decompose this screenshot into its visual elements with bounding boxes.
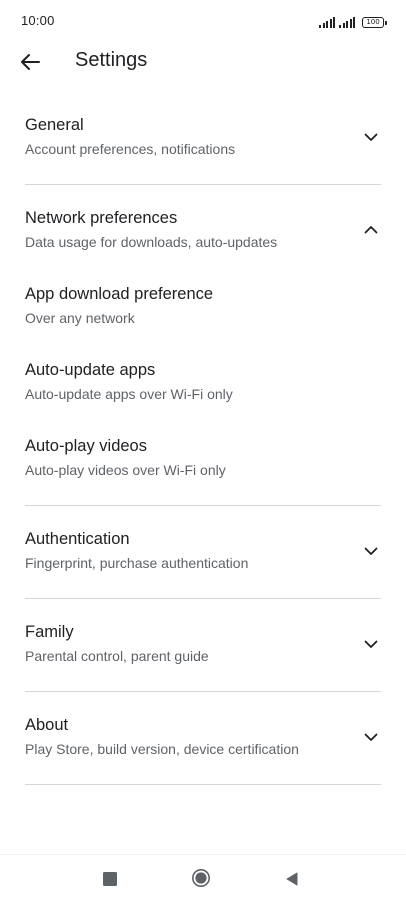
section-general: General Account preferences, notificatio… — [0, 100, 406, 185]
chevron-down-icon — [364, 733, 378, 741]
back-button[interactable] — [14, 46, 46, 78]
section-network-preferences: Network preferences Data usage for downl… — [0, 193, 406, 506]
setting-value: Over any network — [25, 310, 135, 326]
section-subtitle: Play Store, build version, device certif… — [25, 741, 299, 757]
divider — [25, 184, 381, 185]
status-time: 10:00 — [21, 13, 55, 28]
battery-icon: 100 — [362, 17, 387, 28]
signal-icon — [319, 16, 335, 28]
chevron-down-icon — [364, 133, 378, 141]
battery-level: 100 — [366, 18, 380, 26]
setting-auto-update-apps[interactable]: Auto-update apps Auto-update apps over W… — [0, 345, 406, 421]
divider — [25, 598, 381, 599]
section-header-general[interactable]: General Account preferences, notificatio… — [0, 100, 406, 176]
section-family: Family Parental control, parent guide — [0, 607, 406, 692]
setting-auto-play-videos[interactable]: Auto-play videos Auto-play videos over W… — [0, 421, 406, 497]
page-title: Settings — [75, 49, 148, 71]
setting-app-download-preference[interactable]: App download preference Over any network — [0, 269, 406, 345]
section-subtitle: Parental control, parent guide — [25, 648, 209, 664]
section-header-family[interactable]: Family Parental control, parent guide — [0, 607, 406, 683]
recents-square-icon[interactable] — [103, 872, 117, 886]
settings-list: General Account preferences, notificatio… — [0, 100, 406, 785]
setting-title: App download preference — [25, 285, 214, 303]
section-subtitle: Data usage for downloads, auto-updates — [25, 234, 278, 250]
signal-icon — [339, 16, 355, 28]
system-nav-bar — [0, 854, 406, 902]
status-bar: 10:00 100 — [0, 0, 406, 40]
section-subtitle: Account preferences, notifications — [25, 141, 236, 157]
divider — [25, 691, 381, 692]
setting-value: Auto-update apps over Wi-Fi only — [25, 386, 233, 402]
section-title: General — [25, 116, 84, 134]
setting-title: Auto-update apps — [25, 361, 156, 379]
arrow-back-icon — [21, 54, 40, 70]
divider — [25, 784, 381, 785]
back-triangle-icon[interactable] — [284, 871, 300, 887]
section-header-about[interactable]: About Play Store, build version, device … — [0, 700, 406, 776]
section-subtitle: Fingerprint, purchase authentication — [25, 555, 249, 571]
chevron-up-icon — [364, 226, 378, 234]
section-title: About — [25, 716, 69, 734]
section-header-authentication[interactable]: Authentication Fingerprint, purchase aut… — [0, 514, 406, 590]
section-authentication: Authentication Fingerprint, purchase aut… — [0, 514, 406, 599]
status-icons: 100 — [319, 12, 387, 28]
app-bar: Settings — [0, 40, 406, 82]
divider — [25, 505, 381, 506]
section-title: Family — [25, 623, 74, 641]
chevron-down-icon — [364, 640, 378, 648]
section-header-network-preferences[interactable]: Network preferences Data usage for downl… — [0, 193, 406, 269]
home-circle-icon[interactable] — [191, 868, 211, 888]
chevron-down-icon — [364, 547, 378, 555]
setting-title: Auto-play videos — [25, 437, 147, 455]
section-title: Authentication — [25, 530, 130, 548]
section-about: About Play Store, build version, device … — [0, 700, 406, 785]
section-title: Network preferences — [25, 209, 178, 227]
setting-value: Auto-play videos over Wi-Fi only — [25, 462, 226, 478]
